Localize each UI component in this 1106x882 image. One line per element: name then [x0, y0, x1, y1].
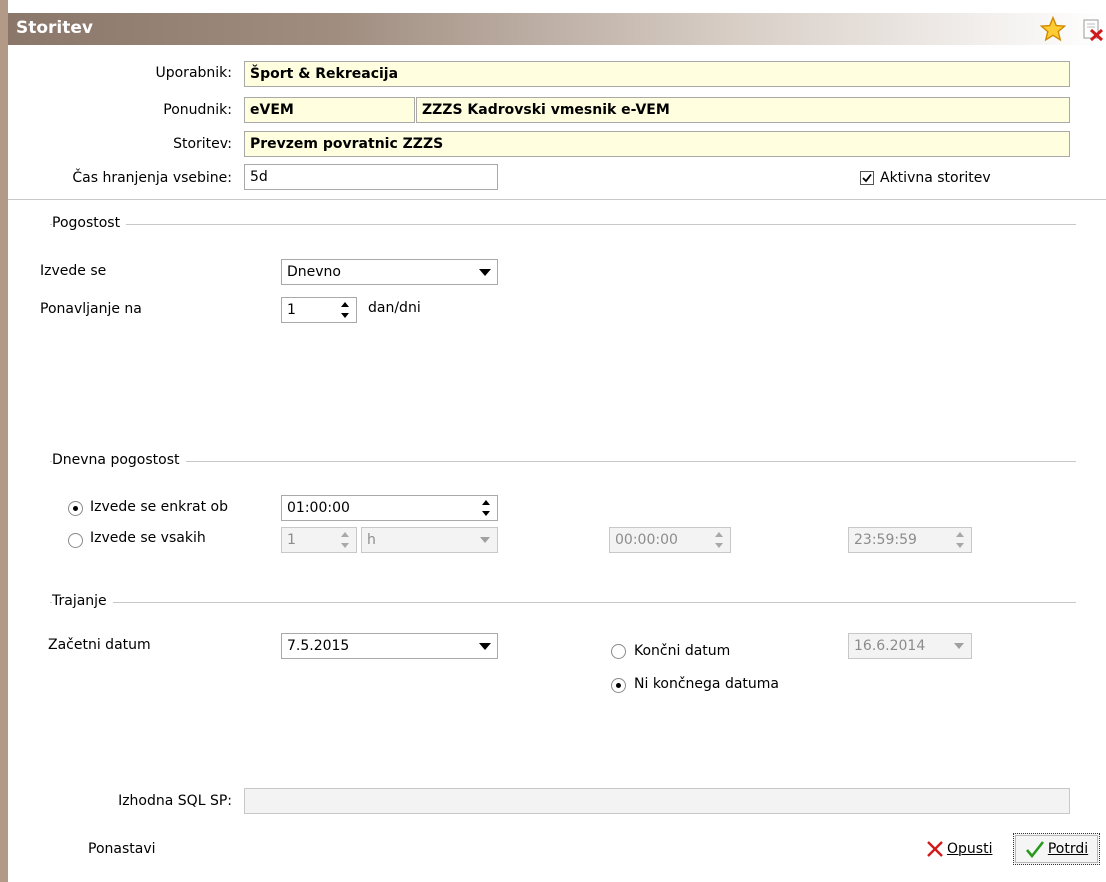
- end-date-picker[interactable]: 16.6.2014: [848, 633, 972, 659]
- to-time: 23:59:59: [854, 532, 917, 548]
- star-icon[interactable]: [1040, 16, 1066, 42]
- start-date-label: Začetni datum: [48, 637, 151, 653]
- run-once-time-stepper[interactable]: 01:00:00: [281, 495, 498, 521]
- active-checkbox[interactable]: [860, 171, 874, 185]
- window-frame-left: [0, 0, 8, 882]
- run-every-label: Izvede se vsakih: [90, 530, 206, 546]
- daily-group-line: [50, 461, 1076, 462]
- run-every-value: 1: [287, 532, 296, 548]
- from-time: 00:00:00: [615, 532, 678, 548]
- repeat-label: Ponavljanje na: [40, 301, 142, 317]
- confirm-button[interactable]: Potrdi: [1013, 833, 1100, 865]
- run-every-value-stepper[interactable]: 1: [281, 527, 357, 553]
- spinner-icon[interactable]: [710, 529, 728, 551]
- radio-end-date[interactable]: [611, 644, 626, 659]
- retention-input[interactable]: 5d: [244, 164, 498, 190]
- checkmark-icon: [1025, 841, 1044, 858]
- no-end-date-label: Ni končnega datuma: [634, 676, 780, 692]
- service-field[interactable]: Prevzem povratnic ZZZS: [244, 131, 1070, 157]
- radio-run-every[interactable]: [68, 533, 83, 548]
- active-label: Aktivna storitev: [880, 170, 991, 186]
- runs-label: Izvede se: [40, 263, 107, 279]
- frequency-group-title: Pogostost: [52, 215, 127, 231]
- title-bar: Storitev: [8, 13, 1106, 45]
- retention-label: Čas hranjenja vsebine:: [72, 170, 232, 186]
- spinner-icon[interactable]: [477, 497, 495, 519]
- duration-group-line: [50, 602, 1076, 603]
- end-date-value: 16.6.2014: [854, 638, 926, 654]
- provider-code-field[interactable]: eVEM: [244, 97, 415, 123]
- reset-button[interactable]: Ponastavi: [80, 833, 164, 865]
- provider-label: Ponudnik:: [163, 102, 232, 118]
- chevron-down-icon[interactable]: [947, 634, 971, 658]
- user-label: Uporabnik:: [155, 65, 232, 81]
- run-every-unit-dropdown[interactable]: h: [361, 527, 498, 553]
- run-once-label: Izvede se enkrat ob: [90, 499, 229, 515]
- cancel-button[interactable]: Opusti: [922, 833, 996, 865]
- start-date-value: 7.5.2015: [287, 638, 350, 654]
- checkmark-icon: [862, 173, 872, 183]
- close-icon[interactable]: [1082, 18, 1104, 42]
- repeat-unit: dan/dni: [368, 300, 421, 316]
- sql-sp-label: Izhodna SQL SP:: [118, 793, 232, 809]
- spinner-icon[interactable]: [951, 529, 969, 551]
- frequency-group-line: [50, 224, 1076, 225]
- window-title: Storitev: [16, 18, 93, 38]
- sql-sp-field[interactable]: [244, 788, 1070, 814]
- runs-value: Dnevno: [287, 264, 341, 280]
- user-field[interactable]: Šport & Rekreacija: [244, 61, 1070, 87]
- provider-name-field[interactable]: ZZZS Kadrovski vmesnik e-VEM: [416, 97, 1070, 123]
- from-time-stepper[interactable]: 00:00:00: [609, 527, 731, 553]
- run-once-time: 01:00:00: [287, 500, 350, 516]
- runs-dropdown[interactable]: Dnevno: [281, 259, 498, 285]
- header-separator: [8, 199, 1106, 200]
- radio-no-end-date[interactable]: [611, 678, 626, 693]
- spinner-icon[interactable]: [336, 529, 354, 551]
- reset-button-label: Ponastavi: [88, 841, 156, 857]
- radio-run-once[interactable]: [68, 501, 83, 516]
- x-icon: [927, 841, 943, 857]
- start-date-picker[interactable]: 7.5.2015: [281, 633, 498, 659]
- service-label: Storitev:: [173, 136, 232, 152]
- confirm-button-label: Potrdi: [1047, 841, 1089, 857]
- duration-group-title: Trajanje: [52, 593, 113, 609]
- chevron-down-icon[interactable]: [473, 260, 497, 284]
- chevron-down-icon[interactable]: [473, 634, 497, 658]
- repeat-stepper[interactable]: 1: [281, 297, 357, 323]
- spinner-icon[interactable]: [336, 299, 354, 321]
- end-date-label: Končni datum: [634, 643, 731, 659]
- cancel-button-label: Opusti: [947, 841, 993, 857]
- repeat-value: 1: [287, 302, 296, 318]
- daily-group-title: Dnevna pogostost: [52, 452, 186, 468]
- to-time-stepper[interactable]: 23:59:59: [848, 527, 972, 553]
- chevron-down-icon[interactable]: [473, 528, 497, 552]
- run-every-unit: h: [367, 532, 376, 548]
